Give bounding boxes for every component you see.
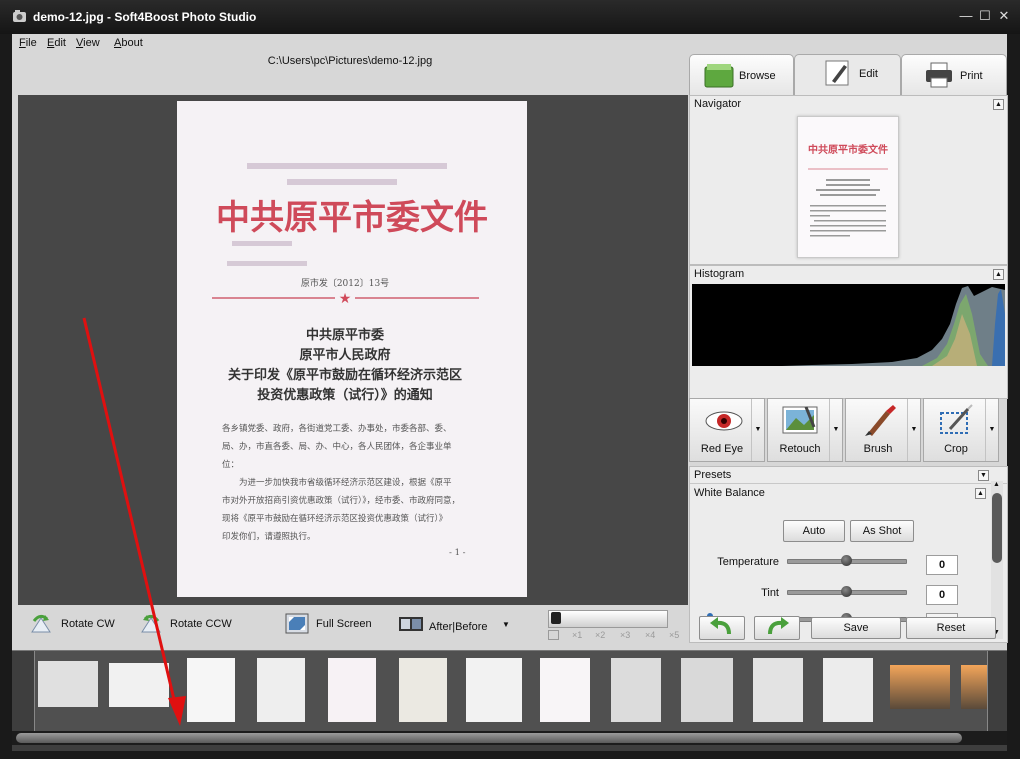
app-window: demo-12.jpg - Soft4Boost Photo Studio — …	[0, 0, 1020, 759]
annotation-arrow	[82, 317, 186, 726]
